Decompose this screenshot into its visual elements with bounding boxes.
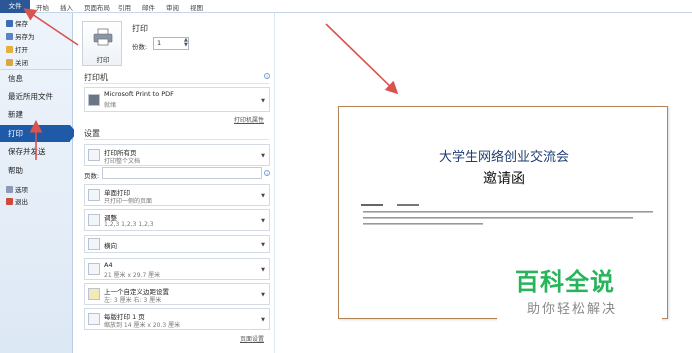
paper-size-select[interactable]: A4 21 厘米 x 29.7 厘米 ▼	[84, 258, 270, 280]
open-command[interactable]: 打开	[6, 44, 28, 54]
tab-page-layout[interactable]: 页面布局	[84, 2, 110, 12]
options-command[interactable]: 选项	[6, 184, 28, 194]
divider	[84, 83, 269, 84]
watermark: 百科全说 助你轻松解决	[497, 255, 662, 325]
paper-icon	[88, 263, 100, 275]
nav-item-print[interactable]: 打印	[0, 125, 77, 142]
copies-spinner[interactable]: ▲ ▼	[184, 38, 188, 48]
printer-icon	[88, 94, 100, 106]
tab-references[interactable]: 引用	[118, 2, 131, 12]
nav-item-save-send[interactable]: 保存并发送	[0, 143, 73, 160]
tab-insert[interactable]: 插入	[60, 2, 73, 12]
orientation-main: 横向	[104, 242, 117, 250]
close-folder-icon	[6, 58, 13, 66]
options-icon	[6, 185, 13, 193]
save-as-label: 另存为	[15, 33, 35, 41]
print-button[interactable]: 打印	[82, 21, 122, 66]
paper-size-main: A4	[104, 261, 113, 269]
close-label: 关闭	[15, 59, 28, 67]
tab-file[interactable]: 文件	[0, 0, 30, 13]
pages-per-sheet-select[interactable]: 每版打印 1 页 缩放到 14 厘米 x 20.3 厘米 ▼	[84, 308, 270, 330]
divider	[84, 139, 269, 140]
settings-heading: 设置	[84, 129, 100, 138]
printer-name: Microsoft Print to PDF	[104, 90, 174, 98]
info-icon[interactable]: i	[264, 170, 270, 176]
chevron-down-icon: ▼	[261, 218, 265, 224]
tab-home[interactable]: 开始	[36, 2, 49, 12]
orientation-select[interactable]: 横向 ▼	[84, 235, 270, 253]
watermark-title: 百科全说	[515, 268, 615, 296]
close-command[interactable]: 关闭	[6, 57, 28, 67]
collate-icon	[88, 214, 100, 226]
sides-select[interactable]: 单面打印 只打印一侧的页面 ▼	[84, 184, 270, 206]
folder-open-icon	[6, 45, 13, 53]
chevron-down-icon: ▼	[261, 153, 265, 159]
ribbon-tabs: 文件 开始 插入 页面布局 引用 邮件 审阅 视图	[0, 0, 692, 13]
options-label: 选项	[15, 186, 28, 194]
nav-item-recent[interactable]: 最近所用文件	[0, 88, 73, 105]
collate-sub: 1,2,3 1,2,3 1,2,3	[104, 221, 154, 228]
printer-heading: 打印机	[84, 73, 108, 82]
printer-select[interactable]: Microsoft Print to PDF 就绪 ▼	[84, 87, 270, 112]
tab-review[interactable]: 审阅	[166, 2, 179, 12]
chevron-down-icon: ▼	[261, 292, 265, 298]
save-label: 保存	[15, 20, 28, 28]
paper-size-sub: 21 厘米 x 29.7 厘米	[104, 272, 161, 279]
backstage-nav: 保存 另存为 打开 关闭 信息 最近所用文件 新建 打印 保存并发送 帮助 选项…	[0, 13, 77, 353]
exit-icon	[6, 197, 13, 205]
watermark-subtitle: 助你轻松解决	[527, 302, 618, 317]
save-as-command[interactable]: 另存为	[6, 31, 35, 41]
open-label: 打开	[15, 46, 28, 54]
nav-item-info[interactable]: 信息	[0, 70, 73, 87]
save-as-icon	[6, 32, 13, 40]
margins-icon	[88, 288, 100, 300]
single-side-icon	[88, 189, 100, 201]
chevron-down-icon: ▼	[261, 317, 265, 323]
chevron-down-icon: ▼	[261, 267, 265, 273]
nav-item-help[interactable]: 帮助	[0, 162, 73, 179]
margins-sub: 左: 3 厘米 右: 3 厘米	[104, 297, 162, 304]
pages-per-sheet-icon	[88, 313, 100, 325]
tab-mailings[interactable]: 邮件	[142, 2, 155, 12]
chevron-down-icon: ▼	[261, 242, 265, 248]
pages-input[interactable]	[102, 167, 262, 179]
tab-view[interactable]: 视图	[190, 2, 203, 12]
exit-label: 退出	[15, 198, 28, 206]
exit-command[interactable]: 退出	[6, 196, 28, 206]
landscape-icon	[88, 238, 100, 250]
info-icon[interactable]: i	[264, 73, 270, 79]
page-setup-link[interactable]: 页面设置	[240, 334, 264, 343]
print-range-sub: 打印整个文档	[104, 158, 141, 165]
sides-sub: 只打印一侧的页面	[104, 198, 153, 205]
save-command[interactable]: 保存	[6, 18, 28, 28]
chevron-down-icon: ▼	[261, 193, 265, 199]
pages-per-sheet-sub: 缩放到 14 厘米 x 20.3 厘米	[104, 322, 181, 329]
printer-properties-link[interactable]: 打印机属性	[234, 115, 264, 124]
collate-select[interactable]: 调整 1,2,3 1,2,3 1,2,3 ▼	[84, 209, 270, 231]
copies-label: 份数:	[132, 43, 148, 51]
print-button-label: 打印	[96, 56, 110, 64]
pages-label: 页数:	[84, 172, 100, 180]
print-settings-panel: 打印 打印 份数: 1 ▲ ▼ 打印机 i Microsoft Print to …	[74, 13, 275, 353]
print-range-select[interactable]: 打印所有页 打印整个文档 ▼	[84, 144, 270, 166]
printer-icon	[93, 28, 113, 46]
margins-select[interactable]: 上一个自定义边距设置 左: 3 厘米 右: 3 厘米 ▼	[84, 283, 270, 305]
print-title: 打印	[132, 24, 148, 33]
pages-icon	[88, 149, 100, 161]
nav-item-new[interactable]: 新建	[0, 106, 73, 123]
printer-status: 就绪	[104, 102, 117, 109]
chevron-down-icon: ▼	[261, 98, 265, 104]
save-icon	[6, 19, 13, 27]
